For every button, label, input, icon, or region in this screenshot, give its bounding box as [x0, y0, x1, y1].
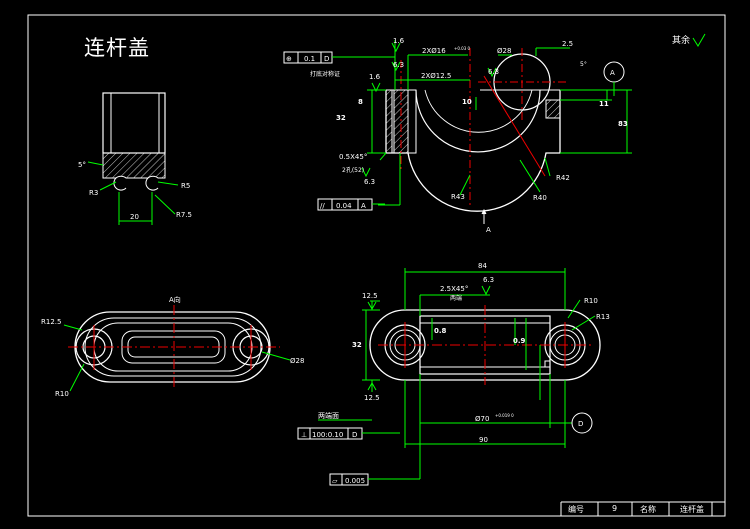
right-dim90: 90: [479, 436, 488, 444]
section-r75: R7.5: [176, 211, 192, 219]
right-r32: 32: [352, 341, 362, 349]
bottom-view-label: A向: [169, 295, 181, 304]
front-r16b: 1.6: [369, 73, 381, 81]
front-r16a: 1.6: [393, 37, 405, 45]
front-holes-note: 2孔(52): [342, 166, 364, 174]
front-arrow-a: A: [486, 226, 491, 234]
front-tol-ref: D: [324, 55, 329, 63]
front-r63b: 6.3: [488, 68, 499, 76]
title-block-number-value: 9: [612, 504, 618, 513]
front-callout-a: A: [610, 69, 615, 77]
right-r125b: 12.5: [364, 394, 380, 402]
front-hole16-tol: +0.03 0: [454, 46, 471, 51]
front-hole12: 2XØ12.5: [421, 72, 451, 80]
right-dim84: 84: [478, 262, 487, 270]
front-r63c: 6.3: [364, 178, 375, 186]
bottom-r125: R12.5: [41, 318, 61, 326]
drawing-title: 连杆盖: [84, 36, 150, 60]
right-r09: 0.9: [513, 337, 526, 345]
title-block-number-label: 编号: [568, 505, 584, 514]
right-tol-ref: D: [352, 431, 357, 439]
front-tol-val: 0.1: [304, 55, 315, 63]
title-block-name-label: 名称: [640, 505, 656, 514]
front-r43: R43: [451, 193, 465, 201]
right-d-ref: D: [578, 420, 583, 428]
section-r5: R5: [181, 182, 190, 190]
front-parallel-sym: //: [320, 202, 325, 210]
right-flat-val: 0.005: [345, 477, 365, 485]
front-parallel-ref: A: [361, 202, 366, 210]
right-r10: R10: [584, 297, 598, 305]
front-d28: Ø28: [497, 47, 511, 55]
front-dim10: 10: [462, 98, 472, 106]
right-r63: 6.3: [483, 276, 494, 284]
right-d70-tol: +0.019 0: [495, 413, 514, 418]
front-dim32: 32: [336, 114, 346, 122]
section-view: [87, 92, 179, 225]
front-chamfer: 0.5X45°: [339, 153, 367, 161]
bottom-d28: Ø28: [290, 357, 304, 365]
right-tol-sym: ⊥: [301, 431, 307, 439]
section-r3: R3: [89, 189, 98, 197]
front-dim8: 8: [358, 98, 363, 106]
right-both-surf: 两端面: [318, 411, 339, 420]
right-flat-sym: ⏥: [332, 477, 338, 485]
bottom-r10: R10: [55, 390, 69, 398]
right-both-ends: 两端: [450, 294, 462, 302]
right-tol-val: 100:0.10: [312, 431, 343, 439]
front-note: 打底对称证: [310, 70, 340, 78]
drawing-canvas: 5° R3 R5 20 R7.5 0.1 ⊕ D 1.6 2XØ16 +0.03…: [27, 14, 726, 517]
section-angle: 5°: [78, 161, 86, 169]
right-r08: 0.8: [434, 327, 447, 335]
front-dim83: 83: [618, 120, 628, 128]
front-hole16: 2XØ16: [422, 47, 446, 55]
right-chamfer: 2.5X45°: [440, 285, 468, 293]
roughness-icon: [692, 33, 706, 47]
title-block-name-value: 连杆盖: [680, 505, 704, 514]
right-r13: R13: [596, 313, 610, 321]
front-r63a: 6.3: [393, 61, 404, 69]
front-tol-sym: ⊕: [286, 55, 292, 63]
front-angle: 5°: [580, 61, 587, 68]
bottom-view: [63, 305, 291, 392]
front-dim11: 11: [599, 100, 609, 108]
roughness-note: 其余: [672, 36, 691, 46]
right-d70: Ø70: [475, 415, 489, 423]
front-d25: 2.5: [562, 40, 573, 48]
right-view: [297, 268, 601, 486]
section-dim20: 20: [130, 213, 139, 221]
front-r40: R40: [533, 194, 547, 202]
front-r42: R42: [556, 174, 570, 182]
front-parallel-val: 0.04: [336, 202, 352, 210]
right-r125a: 12.5: [362, 292, 378, 300]
